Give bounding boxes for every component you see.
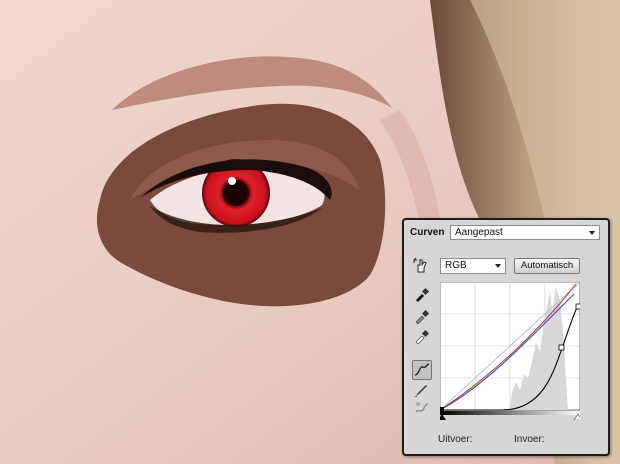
pencil-icon[interactable] [412,380,432,400]
channel-value: RGB [445,260,467,271]
black-point-eyedropper-icon[interactable] [412,284,432,304]
curves-panel: Curven Aangepast RGB Automatisch Uitvoer… [402,218,610,456]
smooth-icon[interactable] [412,398,432,418]
curves-graph[interactable] [440,282,580,420]
output-label: Uitvoer: [438,434,473,445]
preset-dropdown[interactable]: Aangepast [450,225,600,240]
white-point-eyedropper-icon[interactable] [412,326,432,346]
hand-adjust-icon[interactable] [412,256,432,276]
panel-title: Curven [410,227,445,238]
curve-point[interactable] [558,344,565,351]
curve-point[interactable] [575,303,580,310]
input-label: Invoer: [514,434,545,445]
gray-point-eyedropper-icon[interactable] [412,306,432,326]
chevron-down-icon [589,231,595,235]
gradient-bar [440,411,580,415]
auto-button[interactable]: Automatisch [514,258,580,274]
preset-value: Aangepast [455,227,503,238]
chevron-down-icon [495,264,501,268]
curve-point-icon[interactable] [412,360,432,380]
channel-dropdown[interactable]: RGB [440,258,506,274]
